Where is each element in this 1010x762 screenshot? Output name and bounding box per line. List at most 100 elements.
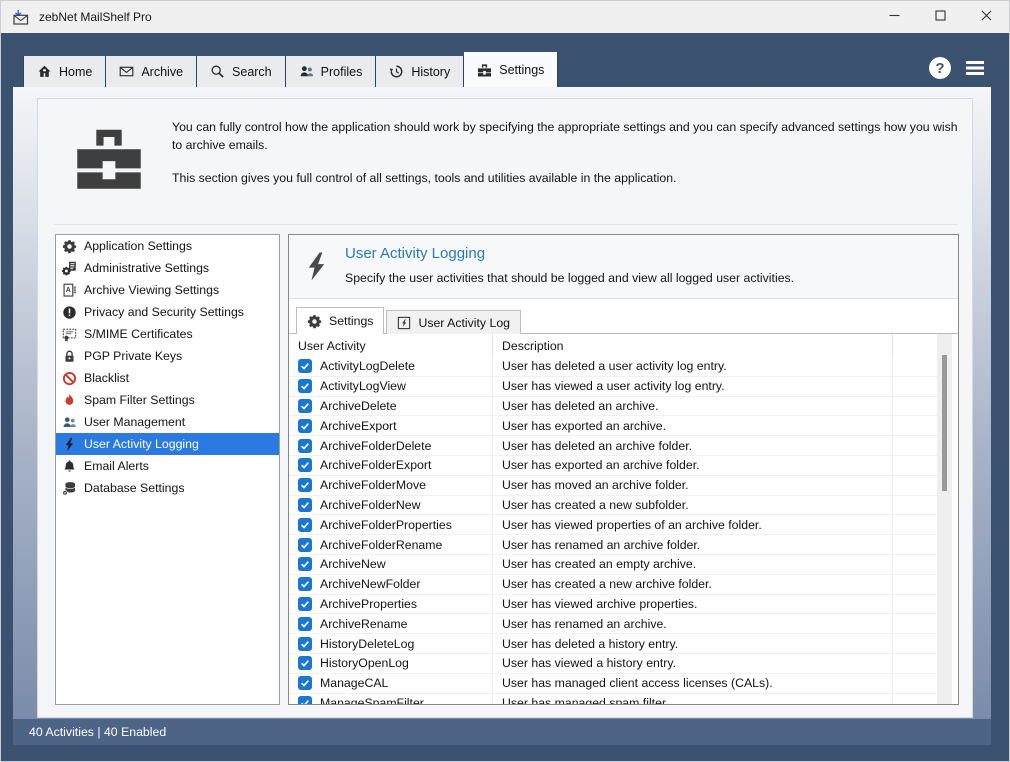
sidebar-item-label: Application Settings [84, 239, 192, 253]
tab-profiles[interactable]: Profiles [286, 56, 377, 87]
menu-button[interactable] [965, 60, 985, 76]
search-icon [210, 64, 225, 79]
sidebar-item-email-alerts[interactable]: Email Alerts [56, 455, 279, 477]
table-row[interactable]: ArchiveFolderRenameUser has renamed an a… [289, 535, 939, 555]
activity-name: ArchiveFolderRename [320, 538, 442, 552]
sidebar-item-administrative-settings[interactable]: Administrative Settings [56, 257, 279, 279]
activity-checkbox-checked[interactable] [298, 617, 312, 631]
sidebar-item-pgp-private-keys[interactable]: PGP Private Keys [56, 345, 279, 367]
column-header-description[interactable]: Description [493, 334, 893, 357]
maximize-button[interactable] [917, 1, 963, 33]
table-row[interactable]: ArchiveFolderDeleteUser has deleted an a… [289, 436, 939, 456]
activity-checkbox-checked[interactable] [298, 399, 312, 413]
activity-cell: ArchiveFolderMove [289, 476, 493, 495]
sidebar-item-blacklist[interactable]: Blacklist [56, 367, 279, 389]
sidebar-item-label: Spam Filter Settings [84, 393, 195, 407]
activity-checkbox-checked[interactable] [298, 359, 312, 373]
sidebar-item-archive-viewing-settings[interactable]: AArchive Viewing Settings [56, 279, 279, 301]
activity-description: User has created a new subfolder. [493, 496, 893, 515]
table-row[interactable]: ArchiveNewUser has created an empty arch… [289, 555, 939, 575]
archive-view-icon: A [61, 282, 77, 298]
table-row[interactable]: ActivityLogDeleteUser has deleted a user… [289, 357, 939, 377]
table-row[interactable]: ArchiveExportUser has exported an archiv… [289, 416, 939, 436]
activity-checkbox-checked[interactable] [298, 557, 312, 571]
activity-checkbox-checked[interactable] [298, 518, 312, 532]
table-row[interactable]: HistoryOpenLogUser has viewed a history … [289, 654, 939, 674]
table-row[interactable]: ArchiveFolderMoveUser has moved an archi… [289, 476, 939, 496]
table-row[interactable]: ArchiveRenameUser has renamed an archive… [289, 614, 939, 634]
sidebar-item-label: S/MIME Certificates [84, 327, 193, 341]
tab-archive[interactable]: Archive [106, 56, 197, 87]
table-row[interactable]: HistoryDeleteLogUser has deleted a histo… [289, 634, 939, 654]
activity-checkbox-checked[interactable] [298, 577, 312, 591]
activity-checkbox-checked[interactable] [298, 458, 312, 472]
tab-search[interactable]: Search [197, 56, 286, 87]
panel-tab-bar: SettingsUser Activity Log [296, 307, 523, 334]
activity-cell: ArchiveFolderRename [289, 535, 493, 554]
tab-home[interactable]: Home [23, 56, 106, 87]
panel-tab-user-activity-log[interactable]: User Activity Log [386, 310, 521, 334]
row-spacer [893, 496, 939, 515]
activity-checkbox-checked[interactable] [298, 439, 312, 453]
activity-cell: ArchiveExport [289, 416, 493, 435]
table-header: User Activity Description [289, 334, 939, 357]
row-spacer [893, 436, 939, 455]
row-spacer [893, 515, 939, 534]
activity-checkbox-checked[interactable] [298, 498, 312, 512]
activity-cell: ArchiveNewFolder [289, 575, 493, 594]
activity-checkbox-checked[interactable] [298, 419, 312, 433]
intro-divider [54, 224, 958, 225]
vertical-scrollbar[interactable] [937, 334, 952, 704]
activity-name: ArchiveFolderExport [320, 458, 431, 472]
table-row[interactable]: ArchiveNewFolderUser has created a new a… [289, 575, 939, 595]
column-header-user-activity[interactable]: User Activity [289, 334, 493, 357]
activity-checkbox-checked[interactable] [298, 637, 312, 651]
activity-log-icon [397, 316, 411, 330]
sidebar-item-label: User Management [84, 415, 185, 429]
table-row[interactable]: ManageCALUser has managed client access … [289, 674, 939, 694]
activity-description: User has viewed archive properties. [493, 595, 893, 614]
sidebar-item-s-mime-certificates[interactable]: S/MIME Certificates [56, 323, 279, 345]
activity-description: User has deleted an archive folder. [493, 436, 893, 455]
table-row[interactable]: ActivityLogViewUser has viewed a user ac… [289, 377, 939, 397]
gear-icon [61, 238, 77, 254]
tab-history[interactable]: History [376, 56, 464, 87]
sidebar-item-spam-filter-settings[interactable]: Spam Filter Settings [56, 389, 279, 411]
sidebar-item-user-activity-logging[interactable]: User Activity Logging [56, 433, 279, 455]
table-row[interactable]: ArchiveFolderPropertiesUser has viewed p… [289, 515, 939, 535]
sidebar-item-label: PGP Private Keys [84, 349, 182, 363]
panel-tab-settings[interactable]: Settings [296, 307, 384, 334]
sidebar-item-user-management[interactable]: User Management [56, 411, 279, 433]
menu-icon [965, 60, 985, 76]
intro-paragraph-2: This section gives you full control of a… [172, 170, 962, 188]
minimize-button[interactable] [871, 1, 917, 33]
activity-description: User has created an empty archive. [493, 555, 893, 574]
sidebar-item-database-settings[interactable]: Database Settings [56, 477, 279, 499]
activity-checkbox-checked[interactable] [298, 538, 312, 552]
scrollbar-thumb[interactable] [942, 355, 947, 491]
close-button[interactable] [963, 1, 1009, 33]
tab-label: Archive [141, 65, 183, 79]
database-icon [61, 480, 77, 496]
row-spacer [893, 555, 939, 574]
activity-checkbox-checked[interactable] [298, 379, 312, 393]
sidebar-item-application-settings[interactable]: Application Settings [56, 235, 279, 257]
help-button[interactable]: ? [928, 56, 952, 80]
activity-description: User has deleted a history entry. [493, 634, 893, 653]
activity-checkbox-checked[interactable] [298, 597, 312, 611]
activity-checkbox-checked[interactable] [298, 696, 312, 704]
activity-checkbox-checked[interactable] [298, 676, 312, 690]
activity-checkbox-checked[interactable] [298, 656, 312, 670]
tab-settings[interactable]: Settings [464, 52, 558, 87]
help-icon: ? [928, 56, 952, 80]
activity-cell: ManageCAL [289, 674, 493, 693]
panel-header: User Activity Logging Specify the user a… [289, 235, 958, 299]
table-row[interactable]: ArchivePropertiesUser has viewed archive… [289, 595, 939, 615]
table-row[interactable]: ManageSpamFilterUser has managed spam fi… [289, 694, 939, 704]
sidebar-item-privacy-and-security-settings[interactable]: Privacy and Security Settings [56, 301, 279, 323]
table-row[interactable]: ArchiveFolderNewUser has created a new s… [289, 496, 939, 516]
table-row[interactable]: ArchiveFolderExportUser has exported an … [289, 456, 939, 476]
activity-checkbox-checked[interactable] [298, 478, 312, 492]
activity-name: ActivityLogDelete [320, 359, 415, 373]
table-row[interactable]: ArchiveDeleteUser has deleted an archive… [289, 397, 939, 417]
